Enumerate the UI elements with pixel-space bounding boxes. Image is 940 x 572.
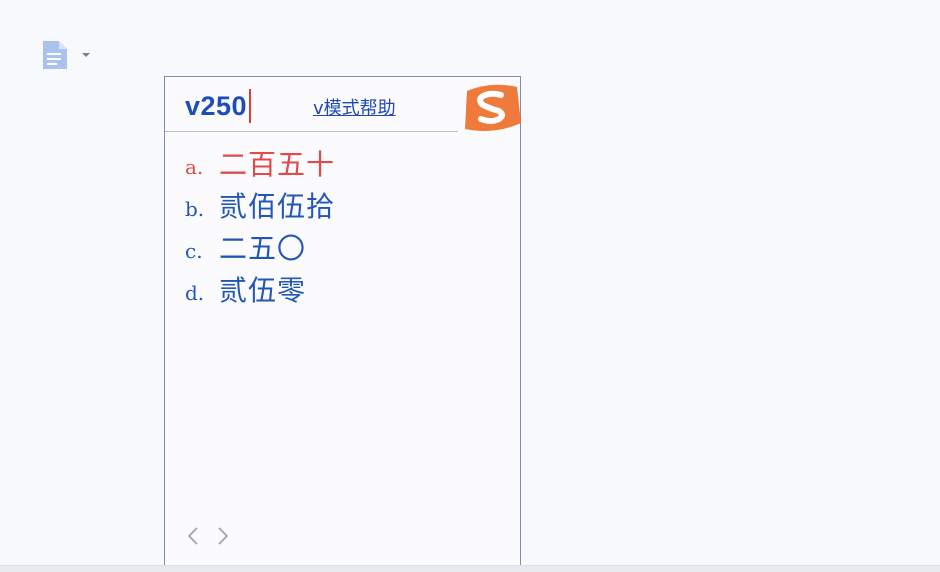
text-cursor (249, 89, 252, 123)
candidate-d[interactable]: d. 贰伍零 (185, 269, 335, 311)
candidate-key: b. (185, 197, 205, 221)
composition-text: v250 (185, 90, 248, 121)
ime-candidate-panel: v250 v模式帮助 a. 二百五十 b. 贰佰伍拾 c. 二五〇 d. 贰伍零 (164, 76, 521, 566)
document-icon (42, 40, 68, 70)
v-mode-help-link[interactable]: v模式帮助 (313, 94, 396, 120)
chevron-right-icon[interactable] (215, 525, 231, 547)
document-menu[interactable] (42, 40, 102, 70)
composition-string: v250 (185, 89, 252, 123)
pager (185, 525, 231, 547)
caret-down-icon[interactable] (82, 53, 90, 57)
candidate-list: a. 二百五十 b. 贰佰伍拾 c. 二五〇 d. 贰伍零 (185, 143, 335, 311)
candidate-text: 贰佰伍拾 (219, 190, 336, 223)
candidate-text: 贰伍零 (219, 274, 307, 307)
sogou-logo-icon[interactable] (461, 79, 523, 137)
bottom-scroll-bar (0, 565, 940, 572)
candidate-c[interactable]: c. 二五〇 (185, 227, 335, 269)
candidate-a[interactable]: a. 二百五十 (185, 143, 335, 185)
candidate-text: 二五〇 (219, 232, 307, 265)
candidate-b[interactable]: b. 贰佰伍拾 (185, 185, 335, 227)
candidate-key: c. (185, 239, 203, 263)
candidate-key: a. (185, 155, 204, 179)
ime-header: v250 v模式帮助 (165, 77, 458, 132)
chevron-left-icon[interactable] (185, 525, 201, 547)
candidate-text: 二百五十 (219, 148, 336, 181)
candidate-key: d. (185, 281, 205, 305)
